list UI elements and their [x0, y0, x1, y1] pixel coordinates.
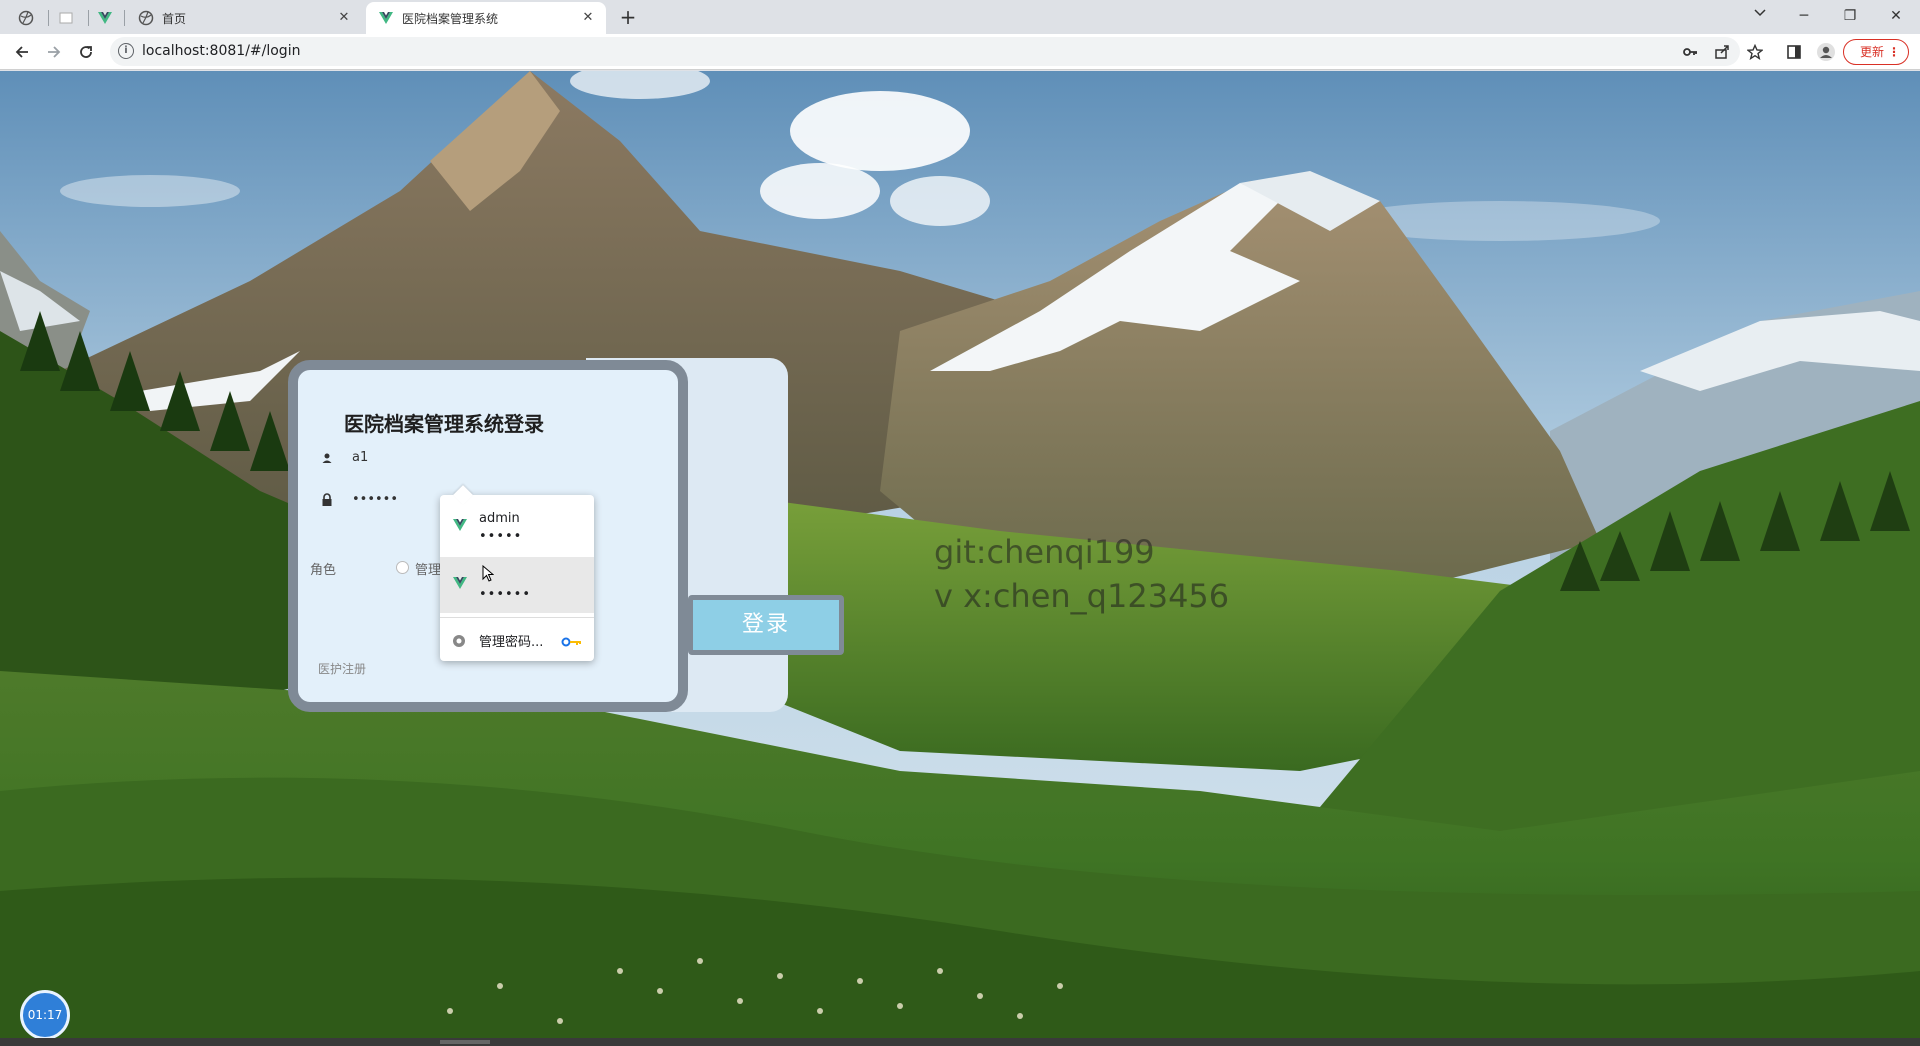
key-icon[interactable]: [1680, 42, 1700, 62]
update-button[interactable]: 更新 ⋮: [1843, 39, 1909, 65]
autofill-entry[interactable]: ••••••: [440, 557, 594, 613]
login-button-frame: 登录: [688, 595, 844, 655]
username-field[interactable]: a1: [320, 450, 368, 465]
update-label: 更新: [1860, 45, 1885, 59]
share-icon[interactable]: [1712, 42, 1732, 62]
watermark-line-1: git:chenqi199: [934, 533, 1155, 571]
role-label: 角色: [310, 563, 337, 578]
forward-button[interactable]: [42, 40, 66, 64]
more-menu-icon[interactable]: ⋮: [1888, 40, 1900, 64]
globe-icon: [138, 10, 154, 26]
autofill-entry[interactable]: admin •••••: [440, 499, 594, 555]
close-icon[interactable]: ✕: [580, 10, 596, 26]
back-button[interactable]: [10, 40, 34, 64]
url-text: localhost:8081/#/login: [142, 43, 301, 59]
reload-button[interactable]: [74, 40, 98, 64]
autofill-divider: [440, 617, 594, 618]
user-icon: [320, 451, 334, 465]
mouse-cursor-icon: [482, 565, 494, 582]
manage-passwords-item[interactable]: 管理密码...: [440, 619, 594, 659]
star-icon[interactable]: [1745, 42, 1765, 62]
chrome-icon: [452, 633, 466, 647]
side-panel-icon[interactable]: [1784, 42, 1804, 62]
info-icon[interactable]: i: [118, 43, 134, 59]
register-link[interactable]: 医护注册: [318, 660, 366, 677]
tab-label: 首页: [162, 11, 187, 26]
watermark-line-2: v x:chen_q123456: [934, 577, 1230, 615]
password-field[interactable]: ••••••: [320, 492, 398, 507]
browser-tabstrip: 首页 ✕ 医院档案管理系统 ✕ + ─ ❐ ✕: [0, 0, 1920, 34]
vue-logo-icon: [378, 10, 394, 26]
restore-button[interactable]: ❐: [1836, 4, 1864, 28]
tab-label: 医院档案管理系统: [402, 11, 499, 26]
manage-passwords-label: 管理密码...: [479, 635, 544, 650]
blank-page-icon: [58, 10, 74, 26]
autofill-username: admin: [479, 511, 520, 526]
vue-logo-icon: [452, 575, 468, 591]
bottom-progress-bar: [0, 1038, 1920, 1046]
close-window-button[interactable]: ✕: [1882, 4, 1910, 28]
tab-hospital-system[interactable]: 医院档案管理系统 ✕: [366, 2, 606, 34]
role-radio-admin[interactable]: [396, 561, 409, 574]
tab-home[interactable]: 首页 ✕: [130, 2, 362, 34]
vue-logo-icon: [97, 10, 113, 26]
pinned-tab-1[interactable]: [18, 2, 38, 34]
key-icon: [561, 633, 583, 647]
address-bar[interactable]: i localhost:8081/#/login: [110, 37, 1740, 66]
profile-avatar-icon[interactable]: [1816, 42, 1836, 62]
new-tab-button[interactable]: +: [616, 6, 640, 30]
tab-search-icon[interactable]: [1746, 4, 1774, 28]
login-button[interactable]: 登录: [693, 600, 839, 650]
password-autofill-dropdown: admin ••••• •••••• 管理密码...: [440, 495, 594, 661]
globe-icon: [18, 10, 34, 26]
pinned-tab-3[interactable]: [97, 2, 117, 34]
login-title: 医院档案管理系统登录: [344, 412, 544, 436]
autofill-password: •••••: [479, 529, 523, 544]
recording-timer: 01:17: [20, 990, 70, 1040]
close-icon[interactable]: ✕: [336, 10, 352, 26]
pinned-tab-2[interactable]: [58, 2, 78, 34]
minimize-button[interactable]: ─: [1790, 4, 1818, 28]
role-radio-label[interactable]: 管理: [415, 559, 441, 578]
browser-toolbar: i localhost:8081/#/login 更新 ⋮: [0, 34, 1920, 70]
password-input[interactable]: ••••••: [352, 492, 398, 507]
page-viewport: 医院档案管理系统登录 a1 •••••• 角色 管理 医护注册 登录 admin: [0, 71, 1920, 1046]
vue-logo-icon: [452, 517, 468, 533]
username-input[interactable]: a1: [352, 450, 368, 465]
lock-icon: [320, 492, 334, 507]
autofill-password: ••••••: [479, 587, 532, 602]
